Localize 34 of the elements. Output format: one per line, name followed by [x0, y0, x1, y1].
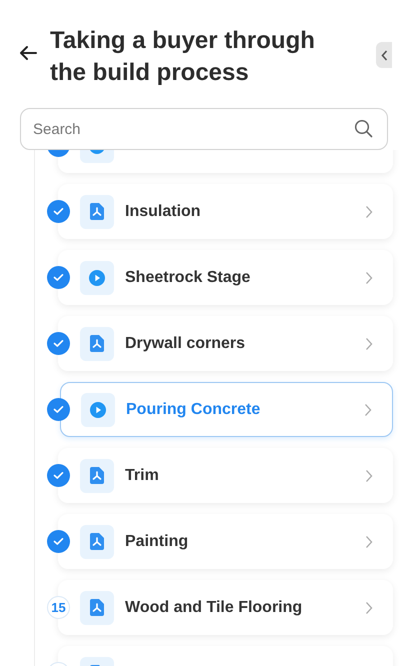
play-icon	[89, 270, 105, 286]
lesson-card[interactable]: Sheetrock Stage	[58, 250, 393, 305]
chevron-right-icon	[365, 534, 373, 548]
document-icon	[90, 335, 104, 352]
chevron-right-icon	[365, 270, 373, 284]
lesson-title: Painting	[125, 532, 188, 552]
back-arrow-icon[interactable]	[18, 45, 38, 61]
chevron-right-icon	[365, 600, 373, 614]
chevron-right-icon	[365, 204, 373, 218]
search-icon[interactable]	[354, 119, 373, 138]
lesson-card[interactable]: Drywall corners	[58, 316, 393, 371]
lesson-card[interactable]: Insulation	[58, 184, 393, 239]
course-title: Taking a buyer through the build process	[50, 26, 316, 88]
lesson-title: Sheetrock Stage	[125, 268, 250, 288]
document-icon	[90, 203, 104, 220]
chevron-left-icon	[380, 50, 388, 60]
lesson-card[interactable]: Pouring Concrete	[60, 382, 393, 437]
search-field[interactable]: Search	[20, 108, 388, 150]
lesson-title: Drywall corners	[125, 334, 246, 354]
lesson-title: Trim	[125, 466, 159, 486]
document-icon	[90, 599, 104, 616]
document-icon	[90, 467, 104, 484]
chevron-right-icon	[365, 468, 373, 482]
lesson-card[interactable]: Trim	[58, 448, 393, 503]
lesson-card[interactable]: Painting	[58, 514, 393, 569]
lesson-title: Wood and Tile Flooring	[125, 598, 302, 618]
play-icon	[90, 402, 106, 418]
collapse-button[interactable]	[376, 42, 392, 68]
lesson-title: Pouring Concrete	[126, 400, 260, 420]
chevron-right-icon	[364, 402, 372, 416]
lesson-number: 15	[47, 596, 70, 619]
lesson-title: Insulation	[125, 202, 201, 222]
document-icon	[90, 533, 104, 550]
chevron-right-icon	[365, 336, 373, 350]
